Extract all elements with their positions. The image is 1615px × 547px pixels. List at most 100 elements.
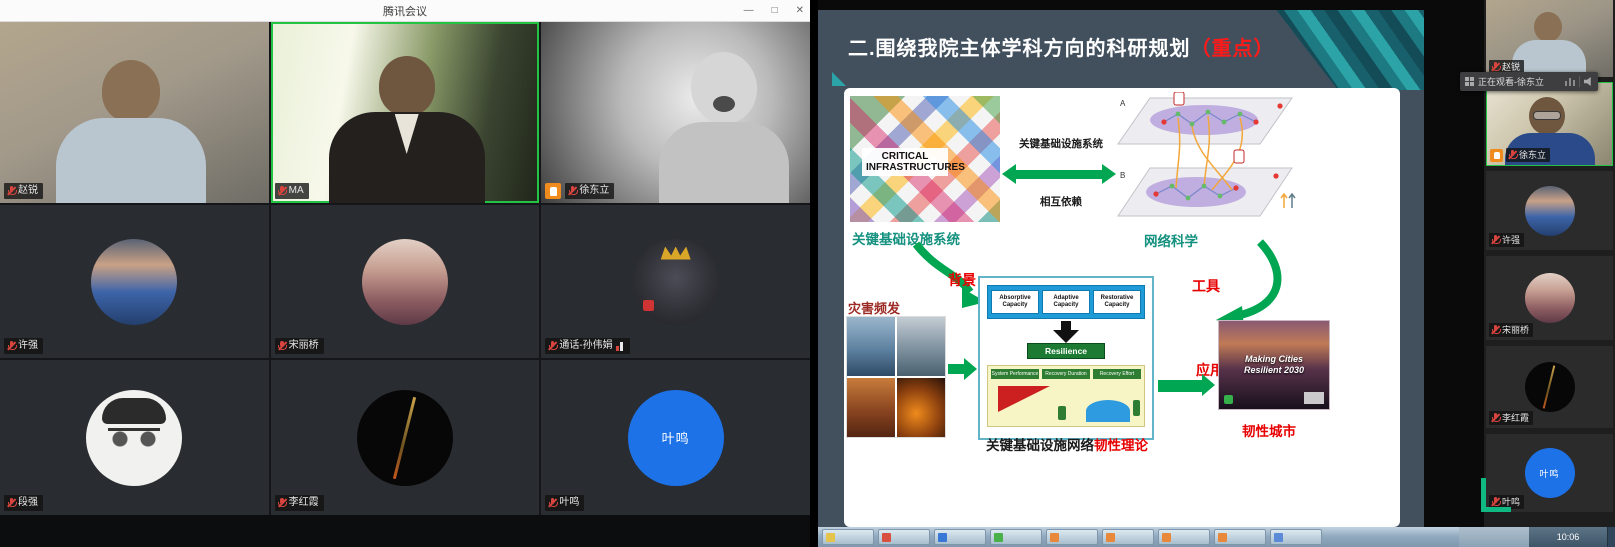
minimize-button[interactable]: — (744, 0, 754, 22)
avatar (362, 239, 448, 325)
sidebar-video-tile[interactable]: 赵锐 (1486, 0, 1613, 77)
participant-name: 李红霞 (289, 497, 319, 509)
video-tile-active-speaker[interactable]: MA (271, 22, 540, 203)
capacity-band: Absorptive Capacity Adaptive Capacity Re… (987, 285, 1145, 319)
critical-infrastructure-collage: CRITICAL INFRASTRUCTURES (850, 96, 1000, 222)
sidebar-video-tile[interactable]: 李红霞 (1486, 346, 1613, 428)
video-tile[interactable]: 宋丽桥 (271, 205, 540, 358)
muted-mic-icon (7, 186, 15, 196)
viewing-banner-text: 正在观看-徐东立 (1478, 75, 1544, 88)
slide-triangle-accent (832, 72, 846, 86)
taskbar-app-button[interactable] (934, 529, 986, 545)
muted-mic-icon (1508, 150, 1516, 160)
participant-name: 段强 (18, 497, 38, 509)
avatar (633, 239, 719, 325)
close-button[interactable]: ✕ (796, 0, 804, 22)
resilience-box: Resilience (1027, 343, 1105, 359)
layout-grid-icon[interactable] (1465, 77, 1474, 86)
windows-taskbar: 10:06 (818, 527, 1615, 547)
muted-mic-icon (278, 341, 286, 351)
participant-video (379, 56, 435, 116)
video-tile[interactable]: 许强 (0, 205, 269, 358)
video-tile[interactable]: 通话-孙伟娟 (541, 205, 810, 358)
share-border-corner (1481, 478, 1511, 512)
interdependency-double-arrow (1016, 170, 1102, 179)
video-tile[interactable]: 李红霞 (271, 360, 540, 515)
video-tile[interactable]: 叶鸣 叶鸣 (541, 360, 810, 515)
participant-name-label: 徐东立 (565, 183, 614, 199)
resilience-framework-diagram: Absorptive Capacity Adaptive Capacity Re… (978, 276, 1154, 440)
sidebar-video-tile[interactable]: 许强 (1486, 171, 1613, 250)
slide-title-emphasis: （重点） (1191, 38, 1275, 60)
disaster-image (847, 378, 895, 437)
hand-raised-icon (545, 183, 561, 199)
video-tile[interactable]: 赵锐 (0, 22, 269, 203)
network-science-diagram: A B (1116, 92, 1298, 228)
taskbar-app-button[interactable] (1270, 529, 1322, 545)
video-tile[interactable]: 段强 (0, 360, 269, 515)
capacity-box: Absorptive Capacity (991, 290, 1039, 314)
performance-bar: Recovery Duration (1042, 369, 1090, 379)
participant-name: 许强 (18, 340, 38, 352)
tray-icons[interactable] (1459, 527, 1529, 547)
avatar (91, 239, 177, 325)
resilient-city-label: 韧性城市 (1242, 420, 1296, 440)
avatar (1525, 186, 1575, 236)
disaster-image (897, 378, 945, 437)
hand-raised-icon (1490, 149, 1503, 162)
avatar-initials: 叶鸣 (628, 390, 724, 486)
recovery-curve (1086, 400, 1130, 422)
taskbar-clock[interactable]: 10:06 (1529, 527, 1607, 547)
meeting-titlebar[interactable]: 腾讯会议 — □ ✕ (0, 0, 810, 22)
divider (1579, 76, 1580, 87)
maximize-button[interactable]: □ (772, 0, 778, 22)
video-tile[interactable]: 徐东立 (541, 22, 810, 203)
viewing-share-banner[interactable]: 正在观看-徐东立 (1460, 72, 1598, 91)
taskbar-app-button[interactable] (990, 529, 1042, 545)
capacity-box: Restorative Capacity (1093, 290, 1141, 314)
app-icon (938, 533, 947, 542)
participant-name: 赵锐 (18, 185, 38, 197)
avatar-text: 叶鸣 (1539, 467, 1559, 480)
muted-mic-icon (278, 186, 286, 196)
participant-name-label: 赵锐 (4, 183, 43, 199)
avatar (357, 390, 453, 486)
poster-title: Making Cities Resilient 2030 (1229, 354, 1319, 376)
screen: 腾讯会议 — □ ✕ 赵锐 (0, 0, 1615, 547)
show-desktop-button[interactable] (1607, 527, 1615, 547)
muted-mic-icon (1491, 413, 1499, 423)
disaster-image (897, 317, 945, 376)
phone-signal-icon (616, 342, 625, 351)
participant-name: 通话-孙伟娟 (559, 340, 612, 352)
app-icon (882, 533, 891, 542)
speaker-icon[interactable] (1584, 77, 1593, 86)
disaster-image-grid (846, 316, 946, 438)
taskbar-app-button[interactable] (1046, 529, 1098, 545)
slide-content-panel: CRITICAL INFRASTRUCTURES 关键基础设施系统 关键基础设施… (844, 88, 1400, 527)
participant-name-label: 叶鸣 (545, 495, 584, 511)
muted-mic-icon (7, 341, 15, 351)
sidebar-video-tile-active-speaker[interactable]: 徐东立 (1486, 82, 1613, 166)
performance-band: System Performance Recovery Duration Rec… (987, 365, 1145, 427)
participant-name-label: 宋丽桥 (275, 338, 324, 354)
sidebar-video-tile[interactable]: 宋丽桥 (1486, 256, 1613, 340)
taskbar-app-button[interactable] (1102, 529, 1154, 545)
taskbar-app-button[interactable] (822, 529, 874, 545)
participant-name: 李红霞 (1502, 412, 1529, 424)
participant-photo (687, 48, 762, 128)
performance-bar: Recovery Effort (1093, 369, 1141, 379)
app-icon (1274, 533, 1283, 542)
theory-label: 关键基础设施网络韧性理论 (978, 434, 1156, 454)
avatar (1525, 273, 1575, 323)
window-title: 腾讯会议 (383, 3, 427, 19)
participant-name-label: 许强 (4, 338, 43, 354)
taskbar-app-button[interactable] (878, 529, 930, 545)
muted-mic-icon (1491, 62, 1499, 72)
taskbar-app-button[interactable] (1158, 529, 1210, 545)
participant-name: 宋丽桥 (289, 340, 319, 352)
taskbar-app-button[interactable] (1214, 529, 1266, 545)
capacity-box: Adaptive Capacity (1042, 290, 1090, 314)
participant-video (102, 60, 160, 122)
tool-label: 工具 (1192, 276, 1220, 296)
slide-title: 二.围绕我院主体学科方向的科研规划（重点） (848, 32, 1275, 61)
